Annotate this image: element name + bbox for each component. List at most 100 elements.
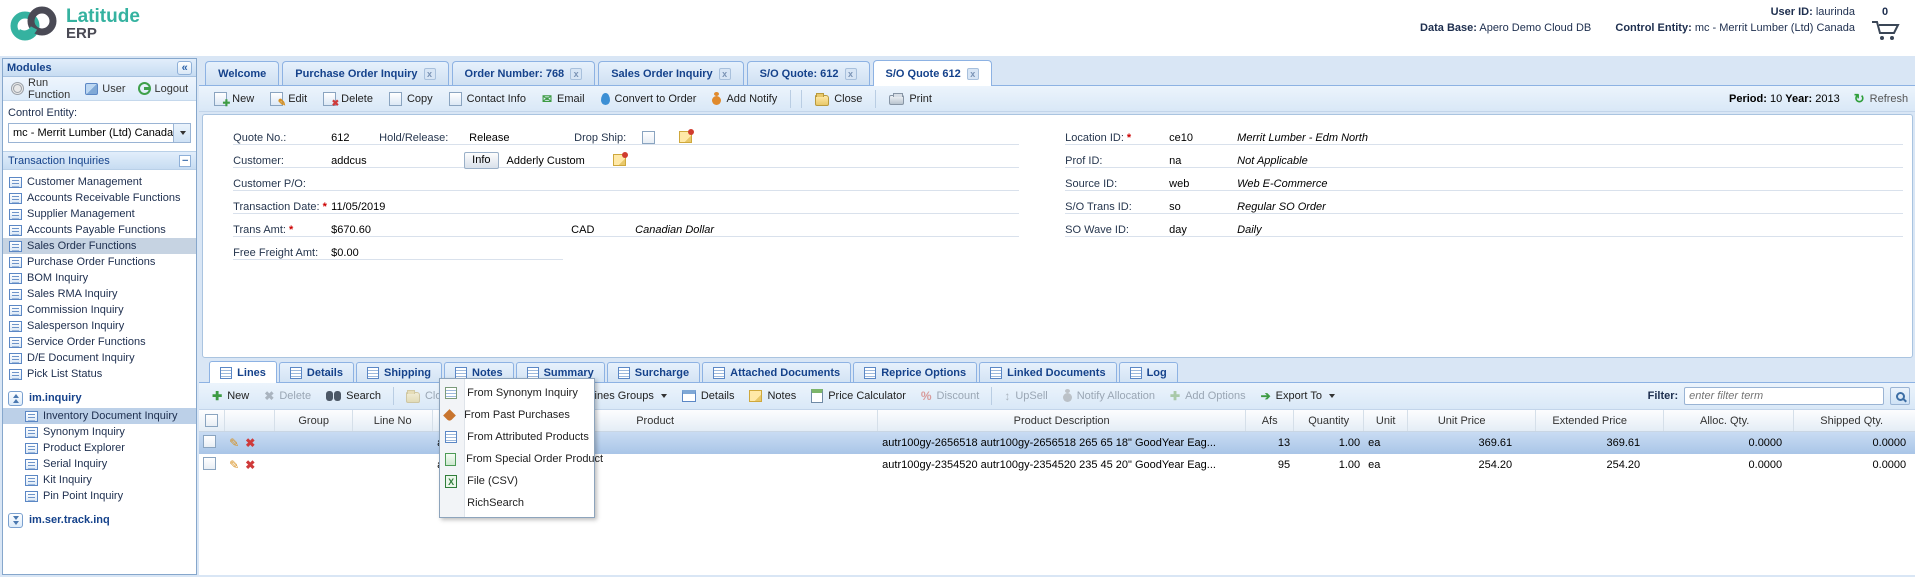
tab-welcome[interactable]: Welcome (205, 61, 279, 85)
menu-item-from-attributed-products[interactable]: From Attributed Products (440, 426, 594, 448)
col-alloc-qty[interactable]: Alloc. Qty. (1664, 410, 1794, 431)
col-quantity[interactable]: Quantity (1294, 410, 1364, 431)
customer-value[interactable]: addcus (331, 155, 464, 167)
cart-icon[interactable] (1870, 18, 1900, 42)
sidebar-item-sales-rma-inquiry[interactable]: Sales RMA Inquiry (3, 286, 196, 302)
tab-so-quote-612-active[interactable]: S/O Quote 612x (873, 60, 992, 86)
tab-reprice-options[interactable]: Reprice Options (853, 362, 977, 382)
col-unit-price[interactable]: Unit Price (1408, 410, 1536, 431)
sidebar-item-commission-inquiry[interactable]: Commission Inquiry (3, 302, 196, 318)
delete-x-icon[interactable]: ✖ (245, 459, 255, 471)
col-afs[interactable]: Afs (1246, 410, 1294, 431)
filter-input[interactable] (1684, 387, 1884, 405)
tab-attached-documents[interactable]: Attached Documents (702, 362, 851, 382)
add-options-button[interactable]: ✚Add Options (1163, 387, 1253, 405)
lines-new-button[interactable]: ✚New (205, 387, 256, 405)
note-icon[interactable] (613, 154, 626, 166)
convert-to-order-button[interactable]: Convert to Order (594, 90, 704, 108)
lines-notes-button[interactable]: Notes (742, 387, 803, 405)
col-extended-price[interactable]: Extended Price (1536, 410, 1664, 431)
menu-item-from-special-order-product[interactable]: From Special Order Product (440, 448, 594, 470)
sidebar-item-sales-order-functions[interactable]: Sales Order Functions (3, 238, 196, 254)
close-tab-icon[interactable]: x (424, 68, 436, 80)
tab-linked-documents[interactable]: Linked Documents (979, 362, 1116, 382)
delete-button[interactable]: ✖Delete (316, 89, 380, 109)
lines-details-button[interactable]: Details (675, 387, 742, 405)
sidebar-item-salesperson-inquiry[interactable]: Salesperson Inquiry (3, 318, 196, 334)
collapse-section-icon[interactable]: − (179, 155, 191, 167)
prof-id-value[interactable]: na (1169, 155, 1237, 167)
col-group[interactable]: Group (275, 410, 353, 431)
tab-log[interactable]: Log (1119, 362, 1178, 382)
sidebar-item-customer-management[interactable]: Customer Management (3, 174, 196, 190)
edit-pencil-icon[interactable]: ✎ (229, 437, 239, 449)
sidebar-group-im-ser-track-inq[interactable]: im.ser.track.inq (3, 510, 196, 530)
control-entity-select[interactable]: mc - Merrit Lumber (Ltd) Canada (8, 123, 191, 143)
lines-delete-button[interactable]: ✖Delete (257, 387, 318, 405)
drop-ship-checkbox[interactable] (642, 131, 655, 144)
select-all-checkbox[interactable] (205, 414, 218, 427)
sidebar-item-de-document-inquiry[interactable]: D/E Document Inquiry (3, 350, 196, 366)
menu-item-richsearch[interactable]: RichSearch (440, 492, 594, 514)
sidebar-item-kit-inquiry[interactable]: Kit Inquiry (3, 472, 196, 488)
sidebar-item-inventory-document-inquiry[interactable]: Inventory Document Inquiry (3, 408, 196, 424)
run-function-button[interactable]: Run Function (7, 75, 77, 103)
currency-code-value[interactable]: CAD (571, 224, 635, 236)
sidebar-item-service-order-functions[interactable]: Service Order Functions (3, 334, 196, 350)
close-button[interactable]: Close (808, 89, 869, 109)
close-tab-icon[interactable]: x (967, 68, 979, 80)
contact-info-button[interactable]: Contact Info (442, 89, 533, 109)
control-entity-dropdown-button[interactable] (173, 124, 190, 142)
quote-no-value[interactable]: 612 (331, 132, 379, 144)
notify-allocation-button[interactable]: Notify Allocation (1056, 387, 1162, 405)
tab-sales-order-inquiry[interactable]: Sales Order Inquiryx (598, 61, 743, 85)
sidebar-item-pick-list-status[interactable]: Pick List Status (3, 366, 196, 382)
close-tab-icon[interactable]: x (845, 68, 857, 80)
export-to-button[interactable]: ➔Export To (1254, 387, 1342, 405)
note-icon[interactable] (679, 131, 692, 143)
sidebar-item-synonym-inquiry[interactable]: Synonym Inquiry (3, 424, 196, 440)
sidebar-item-product-explorer[interactable]: Product Explorer (3, 440, 196, 456)
transaction-date-value[interactable]: 11/05/2019 (331, 201, 385, 213)
menu-item-from-synonym-inquiry[interactable]: From Synonym Inquiry (440, 382, 594, 404)
col-line-no[interactable]: Line No (353, 410, 433, 431)
so-trans-id-value[interactable]: so (1169, 201, 1237, 213)
delete-x-icon[interactable]: ✖ (245, 437, 255, 449)
tab-purchase-order-inquiry[interactable]: Purchase Order Inquiryx (282, 61, 448, 85)
tab-order-number-768[interactable]: Order Number: 768x (452, 61, 596, 85)
tab-lines[interactable]: Lines (209, 361, 277, 383)
location-id-value[interactable]: ce10 (1169, 132, 1237, 144)
free-freight-value[interactable]: $0.00 (331, 247, 359, 259)
row-checkbox[interactable] (203, 457, 216, 470)
discount-button[interactable]: %Discount (914, 387, 986, 405)
copy-button[interactable]: Copy (382, 89, 440, 109)
tab-shipping[interactable]: Shipping (356, 362, 442, 382)
sidebar-group-im-inquiry[interactable]: im.inquiry (3, 388, 196, 408)
menu-item-file-csv[interactable]: XFile (CSV) (440, 470, 594, 492)
select-all-header[interactable] (199, 410, 225, 431)
lines-search-button[interactable]: Search (319, 387, 388, 405)
tab-details[interactable]: Details (279, 362, 354, 382)
sidebar-item-supplier-management[interactable]: Supplier Management (3, 206, 196, 222)
close-tab-icon[interactable]: x (570, 68, 582, 80)
user-button[interactable]: User (81, 81, 129, 97)
so-wave-id-value[interactable]: day (1169, 224, 1237, 236)
price-calculator-button[interactable]: Price Calculator (804, 386, 913, 406)
edit-pencil-icon[interactable]: ✎ (229, 459, 239, 471)
refresh-button[interactable]: ↻ Refresh (1854, 92, 1908, 105)
sidebar-item-pin-point-inquiry[interactable]: Pin Point Inquiry (3, 488, 196, 504)
menu-item-from-past-purchases[interactable]: From Past Purchases (440, 404, 594, 426)
print-button[interactable]: Print (882, 89, 939, 108)
sidebar-item-bom-inquiry[interactable]: BOM Inquiry (3, 270, 196, 286)
col-unit[interactable]: Unit (1364, 410, 1408, 431)
sidebar-item-accounts-receivable[interactable]: Accounts Receivable Functions (3, 190, 196, 206)
email-button[interactable]: ✉Email (535, 90, 592, 108)
add-notify-button[interactable]: Add Notify (705, 90, 784, 108)
sidebar-collapse-icon[interactable]: « (177, 61, 192, 75)
cart-widget[interactable]: 0 (1865, 6, 1905, 42)
customer-info-button[interactable]: Info (464, 152, 498, 169)
tab-surcharge[interactable]: Surcharge (607, 362, 700, 382)
edit-button[interactable]: ✎Edit (263, 89, 314, 109)
logout-button[interactable]: Logout (134, 80, 193, 97)
close-tab-icon[interactable]: x (719, 68, 731, 80)
